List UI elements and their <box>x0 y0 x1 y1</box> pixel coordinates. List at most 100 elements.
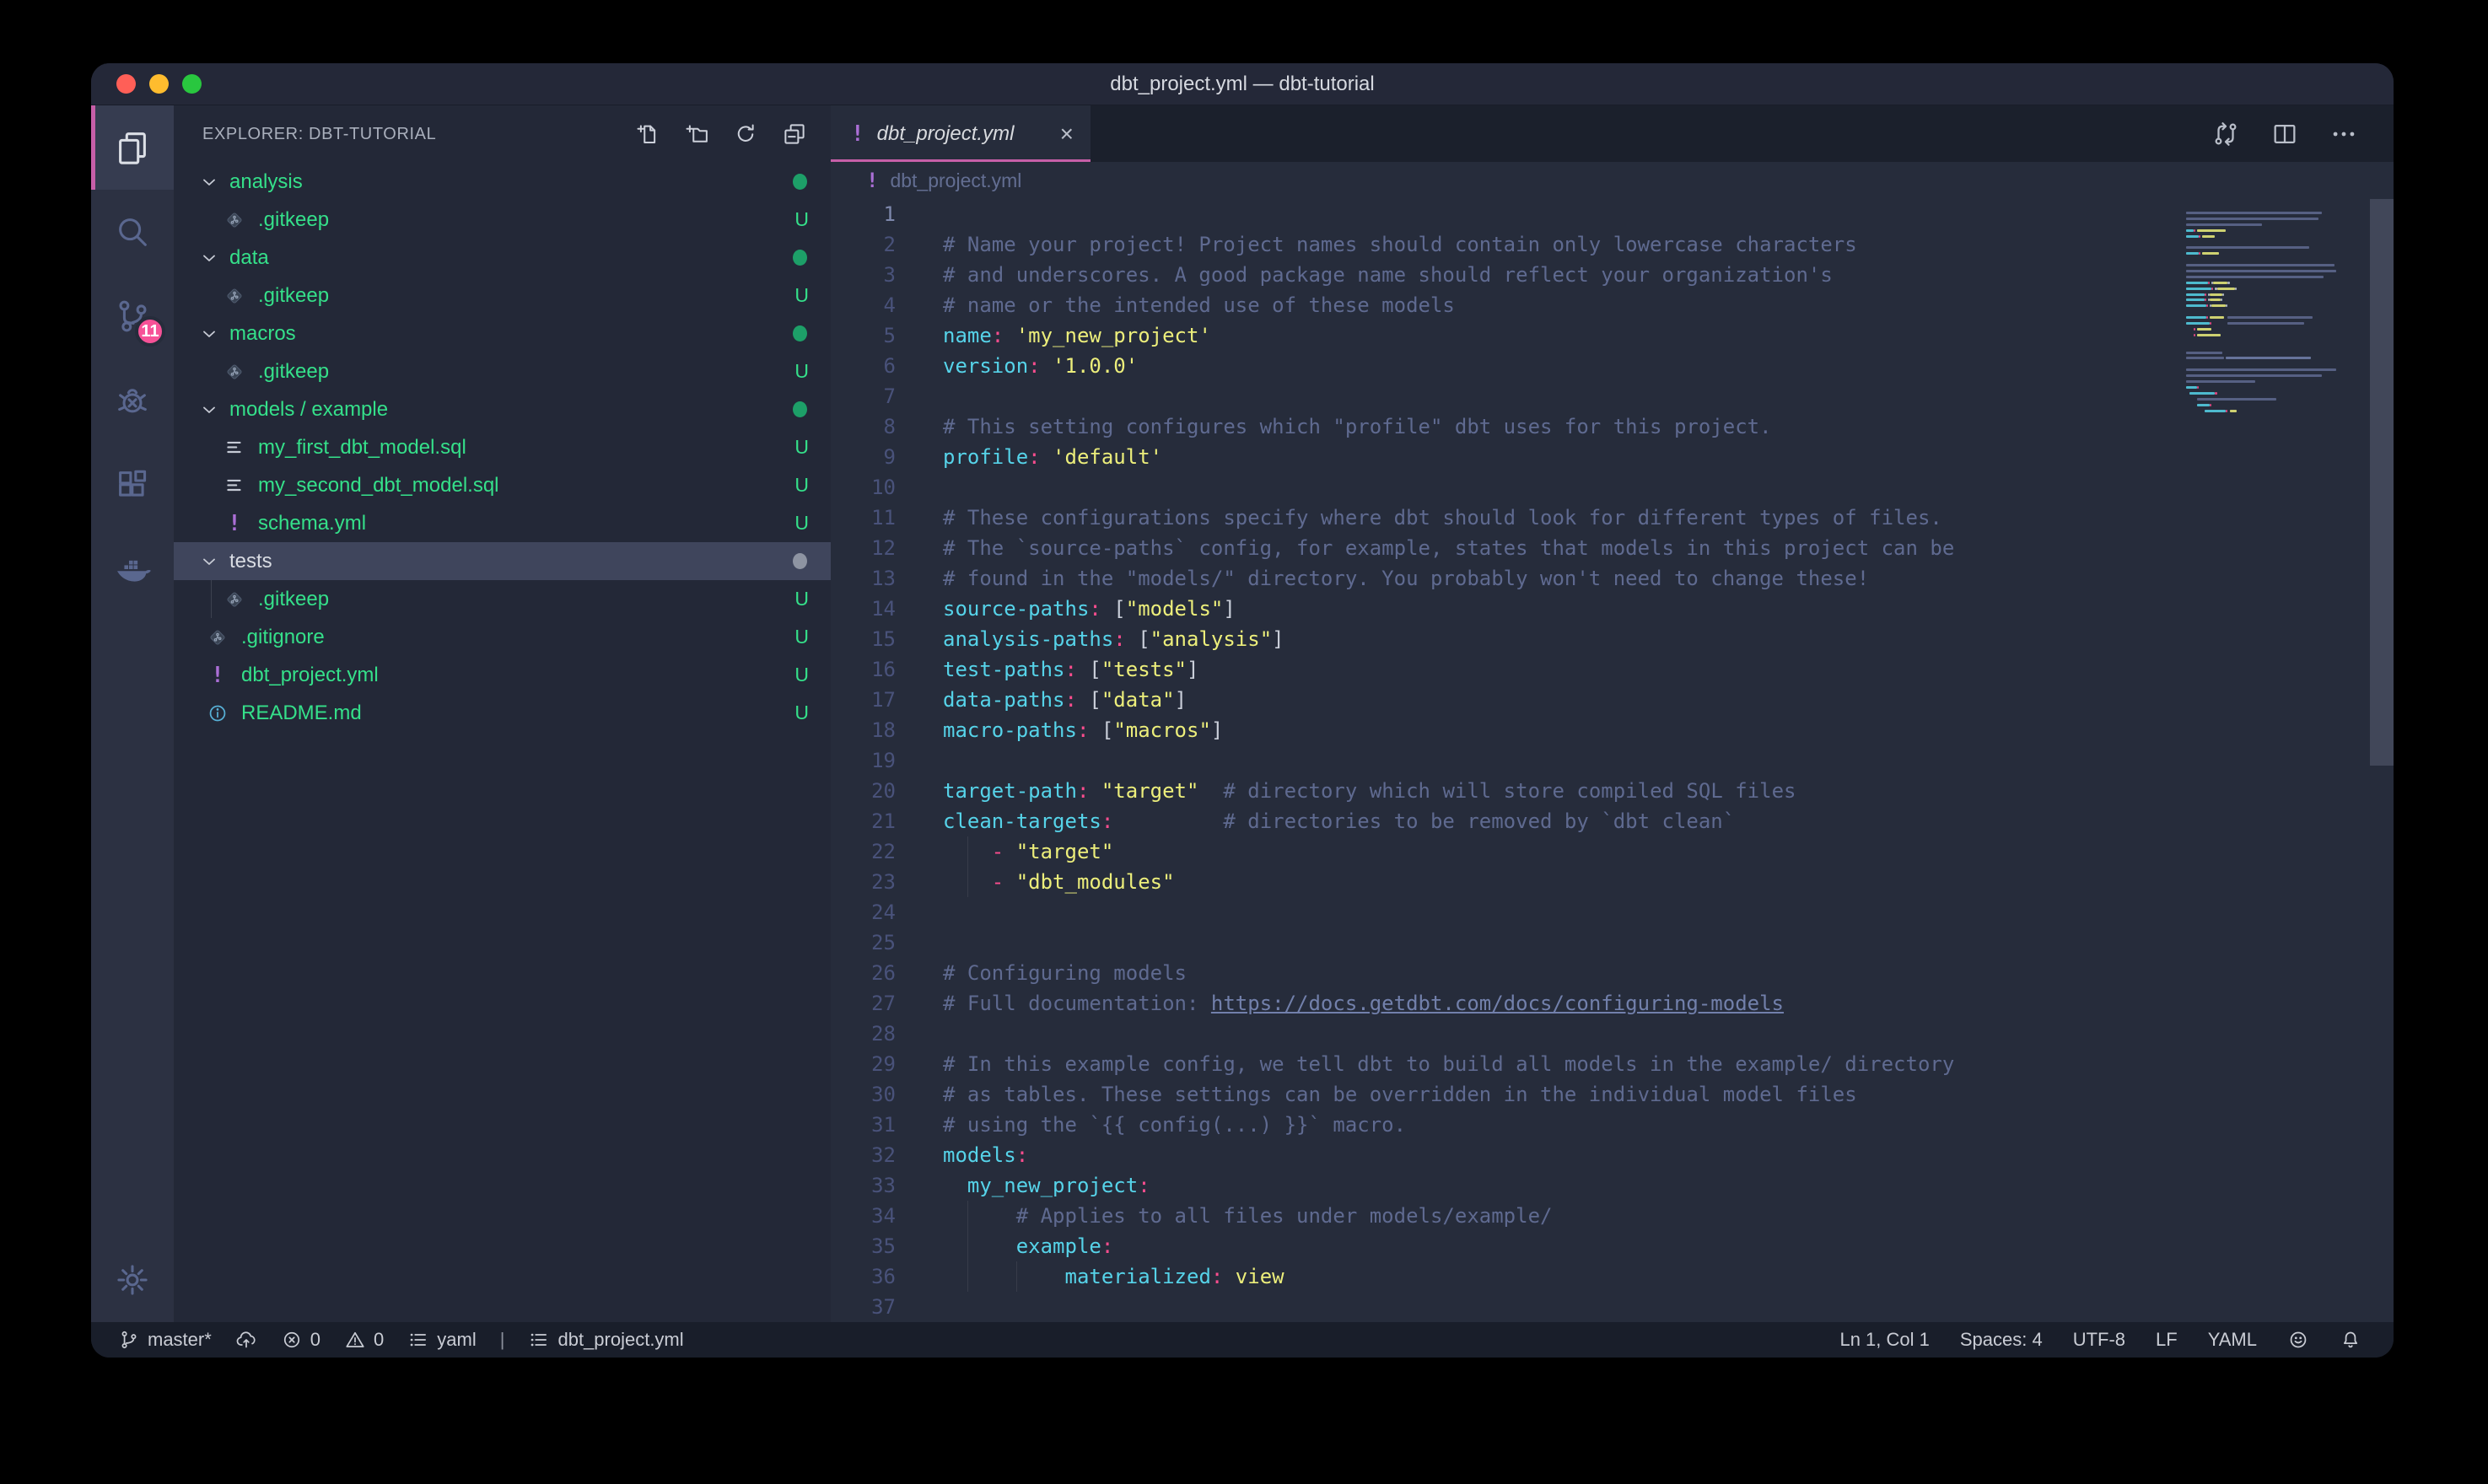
activity-item-source-control[interactable]: 11 <box>91 274 174 358</box>
code-line-14[interactable]: 14source-paths: ["models"] <box>831 594 2176 624</box>
status-outline-yaml[interactable]: yaml <box>407 1329 476 1351</box>
activity-item-search[interactable] <box>91 190 174 274</box>
code-line-11[interactable]: 11# These configurations specify where d… <box>831 503 2176 533</box>
code-line-2[interactable]: 2# Name your project! Project names shou… <box>831 229 2176 260</box>
code-line-1[interactable]: 1 <box>831 199 2176 229</box>
status-warnings[interactable]: 0 <box>344 1329 384 1351</box>
code-line-26[interactable]: 26# Configuring models <box>831 958 2176 988</box>
line-number: 7 <box>831 381 943 411</box>
code-line-31[interactable]: 31# using the `{{ config(...) }}` macro. <box>831 1110 2176 1140</box>
line-number: 18 <box>831 715 943 745</box>
code-line-23[interactable]: 23 - "dbt_modules" <box>831 867 2176 897</box>
status-eol-sequence[interactable]: LF <box>2156 1329 2178 1351</box>
code-line-34[interactable]: 34 # Applies to all files under models/e… <box>831 1201 2176 1231</box>
vertical-scrollbar[interactable] <box>2370 199 2394 766</box>
code-line-35[interactable]: 35 example: <box>831 1231 2176 1261</box>
compare-changes-button[interactable] <box>2211 120 2240 148</box>
code-line-22[interactable]: 22 - "target" <box>831 836 2176 867</box>
tree-item--gitkeep[interactable]: .gitkeepU <box>174 580 831 618</box>
code-line-33[interactable]: 33 my_new_project: <box>831 1170 2176 1201</box>
code-line-13[interactable]: 13# found in the "models/" directory. Yo… <box>831 563 2176 594</box>
status-errors[interactable]: 0 <box>281 1329 320 1351</box>
tree-item-dbt-project-yml[interactable]: !dbt_project.ymlU <box>174 656 831 694</box>
status-language-mode[interactable]: YAML <box>2208 1329 2257 1351</box>
tree-item-data[interactable]: data <box>174 239 831 277</box>
zoom-window-button[interactable] <box>182 74 202 94</box>
tree-item-label: .gitkeep <box>258 360 329 384</box>
code-line-5[interactable]: 5name: 'my_new_project' <box>831 320 2176 351</box>
breadcrumb-file[interactable]: dbt_project.yml <box>890 169 1021 192</box>
tree-item--gitkeep[interactable]: .gitkeepU <box>174 277 831 315</box>
new-file-icon <box>635 121 660 147</box>
activity-item-docker[interactable] <box>91 527 174 611</box>
close-window-button[interactable] <box>116 74 136 94</box>
title-bar[interactable]: dbt_project.yml — dbt-tutorial <box>91 63 2394 105</box>
refresh-explorer-button[interactable] <box>733 121 758 147</box>
editor-content[interactable]: 12# Name your project! Project names sho… <box>831 199 2394 1322</box>
activity-item-explorer[interactable] <box>91 105 174 190</box>
tree-item--gitignore[interactable]: .gitignoreU <box>174 618 831 656</box>
status-git-branch[interactable]: master* <box>118 1329 212 1351</box>
new-file-button[interactable] <box>635 121 660 147</box>
code-line-32[interactable]: 32models: <box>831 1140 2176 1170</box>
code-line-7[interactable]: 7 <box>831 381 2176 411</box>
code-line-27[interactable]: 27# Full documentation: https://docs.get… <box>831 988 2176 1019</box>
activity-item-settings[interactable] <box>91 1238 174 1322</box>
code-line-16[interactable]: 16test-paths: ["tests"] <box>831 654 2176 685</box>
status-outline-file[interactable]: dbt_project.yml <box>528 1329 683 1351</box>
split-editor-button[interactable] <box>2270 120 2299 148</box>
code-line-6[interactable]: 6version: '1.0.0' <box>831 351 2176 381</box>
status-feedback[interactable] <box>2287 1329 2309 1351</box>
status-publish-changes[interactable] <box>235 1329 257 1351</box>
status-indentation[interactable]: Spaces: 4 <box>1960 1329 2043 1351</box>
code-line-36[interactable]: 36 materialized: view <box>831 1261 2176 1292</box>
new-folder-button[interactable] <box>684 121 709 147</box>
close-tab-icon[interactable]: × <box>1060 122 1074 146</box>
tree-item-schema-yml[interactable]: !schema.ymlU <box>174 504 831 542</box>
tree-item-readme-md[interactable]: README.mdU <box>174 694 831 732</box>
code-line-18[interactable]: 18macro-paths: ["macros"] <box>831 715 2176 745</box>
breadcrumb[interactable]: ! dbt_project.yml <box>831 162 2394 199</box>
code-line-19[interactable]: 19 <box>831 745 2176 776</box>
code-line-12[interactable]: 12# The `source-paths` config, for examp… <box>831 533 2176 563</box>
code-line-20[interactable]: 20target-path: "target" # directory whic… <box>831 776 2176 806</box>
tree-item-my-first-dbt-model-sql[interactable]: my_first_dbt_model.sqlU <box>174 428 831 466</box>
minimap-line <box>2205 410 2227 412</box>
code-area[interactable]: 12# Name your project! Project names sho… <box>831 199 2176 1322</box>
git-untracked-badge: U <box>794 284 809 307</box>
tree-item-analysis[interactable]: analysis <box>174 163 831 201</box>
code-line-21[interactable]: 21clean-targets: # directories to be rem… <box>831 806 2176 836</box>
code-line-17[interactable]: 17data-paths: ["data"] <box>831 685 2176 715</box>
code-line-15[interactable]: 15analysis-paths: ["analysis"] <box>831 624 2176 654</box>
tree-item-my-second-dbt-model-sql[interactable]: my_second_dbt_model.sqlU <box>174 466 831 504</box>
code-line-30[interactable]: 30# as tables. These settings can be ove… <box>831 1079 2176 1110</box>
code-line-9[interactable]: 9profile: 'default' <box>831 442 2176 472</box>
tree-item--gitkeep[interactable]: .gitkeepU <box>174 352 831 390</box>
code-token: # using the `{{ config(...) }}` macro. <box>943 1110 1406 1140</box>
tree-item-tests[interactable]: tests <box>174 542 831 580</box>
tree-item--gitkeep[interactable]: .gitkeepU <box>174 201 831 239</box>
code-line-24[interactable]: 24 <box>831 897 2176 928</box>
code-line-10[interactable]: 10 <box>831 472 2176 503</box>
code-line-3[interactable]: 3# and underscores. A good package name … <box>831 260 2176 290</box>
activity-item-extensions[interactable] <box>91 443 174 527</box>
minimap[interactable] <box>2176 199 2370 1322</box>
code-line-8[interactable]: 8# This setting configures which "profil… <box>831 411 2176 442</box>
activity-item-debug[interactable] <box>91 358 174 443</box>
tree-item-macros[interactable]: macros <box>174 315 831 352</box>
more-actions-button[interactable] <box>2329 120 2358 148</box>
status-encoding[interactable]: UTF-8 <box>2073 1329 2125 1351</box>
status-notifications[interactable] <box>2340 1329 2361 1351</box>
collapse-folders-button[interactable] <box>782 121 807 147</box>
code-line-37[interactable]: 37 <box>831 1292 2176 1322</box>
code-line-4[interactable]: 4# name or the intended use of these mod… <box>831 290 2176 320</box>
code-line-29[interactable]: 29# In this example config, we tell dbt … <box>831 1049 2176 1079</box>
code-line-28[interactable]: 28 <box>831 1019 2176 1049</box>
minimize-window-button[interactable] <box>149 74 169 94</box>
code-line-25[interactable]: 25 <box>831 928 2176 958</box>
tab-dbt-project-yml[interactable]: ! dbt_project.yml × <box>831 105 1091 162</box>
docs-link[interactable]: https://docs.getdbt.com/docs/configuring… <box>1211 988 1784 1019</box>
indent-guide <box>967 1201 968 1292</box>
status-cursor-position[interactable]: Ln 1, Col 1 <box>1839 1329 1929 1351</box>
tree-item-models-example[interactable]: models / example <box>174 390 831 428</box>
